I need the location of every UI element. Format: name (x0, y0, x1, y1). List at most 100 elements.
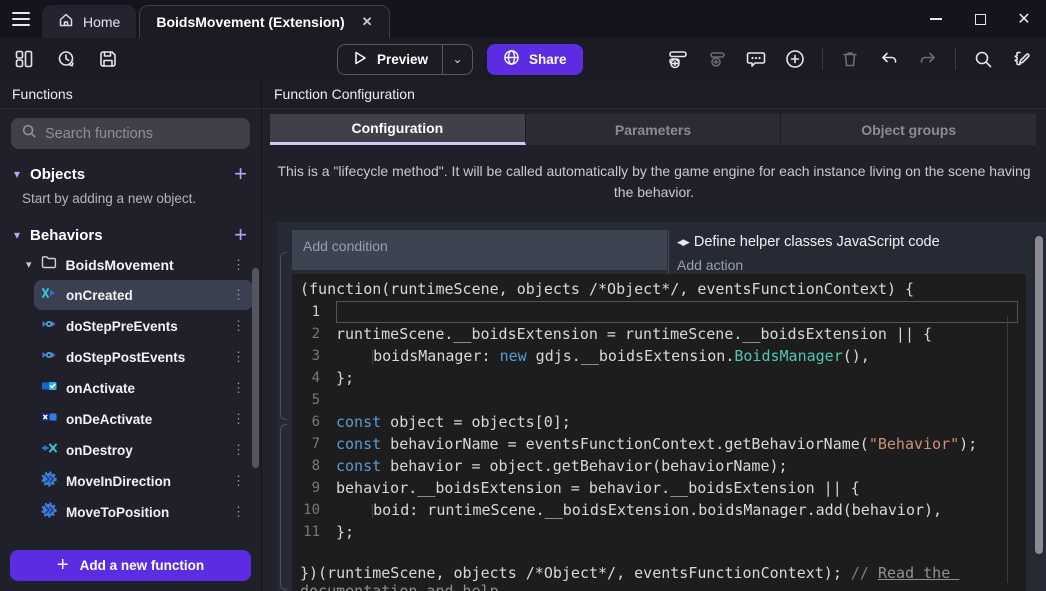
code-wrapper-header: (function(runtimeScene, objects /*Object… (292, 274, 1026, 301)
code-line-4[interactable]: 4}; (292, 367, 1026, 389)
function-item-ondeactivate[interactable]: onDeActivate⋮ (34, 404, 253, 434)
tab-object-groups[interactable]: Object groups (781, 114, 1036, 145)
add-comment-icon[interactable] (744, 47, 768, 71)
maximize-button[interactable] (958, 4, 1002, 34)
destroy-icon (41, 440, 57, 461)
kebab-menu-icon[interactable]: ⋮ (226, 318, 251, 334)
lifecycle-description: This is a "lifecycle method". It will be… (269, 161, 1039, 203)
kebab-menu-icon[interactable]: ⋮ (226, 411, 251, 427)
globe-icon (503, 49, 520, 69)
function-item-dosteppostevents[interactable]: doStepPostEvents⋮ (34, 342, 253, 372)
add-condition-button[interactable]: Add condition (292, 230, 667, 270)
project-manager-icon[interactable] (12, 47, 36, 71)
history-icon[interactable] (54, 47, 78, 71)
function-item-label: doStepPreEvents (66, 319, 178, 334)
tab-home[interactable]: Home (42, 5, 136, 38)
preview-button[interactable]: Preview ⌄ (337, 44, 473, 75)
line-number: 7 (292, 433, 336, 455)
close-window-button[interactable]: ✕ (1002, 4, 1046, 34)
add-function-button[interactable]: + Add a new function (10, 550, 251, 581)
function-item-dosteppreevents[interactable]: doStepPreEvents ⋮ (34, 311, 253, 341)
behavior-folder-label: BoidsMovement (66, 257, 174, 273)
toolbar: Preview ⌄ Share (0, 38, 1046, 80)
add-event-icon[interactable] (666, 47, 690, 71)
share-label: Share (529, 52, 567, 67)
deactivate-icon (41, 409, 57, 430)
play-icon (352, 50, 368, 69)
preview-label: Preview (377, 52, 428, 67)
objects-section-header[interactable]: ▾ Objects + (0, 159, 261, 189)
search-functions-box[interactable] (11, 118, 250, 149)
code-line-3[interactable]: 3 boidsManager: new gdjs.__boidsExtensio… (292, 345, 1026, 367)
add-object-icon[interactable]: + (234, 164, 247, 184)
add-function-label: Add a new function (80, 558, 205, 573)
tab-boidsmovement[interactable]: BoidsMovement (Extension) ✕ (139, 5, 389, 38)
code-line-6[interactable]: 6const object = objects[0]; (292, 411, 1026, 433)
search-events-icon[interactable] (971, 47, 995, 71)
function-configuration-panel: Function Configuration Configuration Par… (262, 80, 1046, 591)
js-code-editor[interactable]: (function(runtimeScene, objects /*Object… (292, 274, 1026, 591)
preview-options-chevron-icon[interactable]: ⌄ (442, 45, 472, 74)
activate-icon (41, 378, 57, 399)
code-line-2[interactable]: 2runtimeScene.__boidsExtension = runtime… (292, 323, 1026, 345)
kebab-menu-icon[interactable]: ⋮ (226, 287, 251, 303)
line-number: 1 (292, 301, 336, 323)
code-line-11[interactable]: 11}; (292, 521, 1026, 543)
function-item-oncreated[interactable]: onCreated⋮ (34, 280, 253, 310)
kebab-menu-icon[interactable]: ⋮ (226, 442, 251, 458)
search-functions-input[interactable] (45, 126, 240, 142)
function-item-moveindirection[interactable]: MoveInDirection⋮ (34, 466, 253, 496)
function-item-onactivate[interactable]: onActivate ⋮ (34, 373, 253, 403)
kebab-menu-icon[interactable]: ⋮ (226, 473, 251, 489)
line-number: 9 (292, 477, 336, 499)
tab-configuration[interactable]: Configuration (270, 114, 526, 145)
kebab-menu-icon[interactable]: ⋮ (226, 349, 251, 365)
behaviors-label: Behaviors (30, 227, 103, 244)
code-line-10[interactable]: 10 boid: runtimeScene.__boidsExtension.b… (292, 499, 1026, 521)
function-item-label: onDestroy (66, 443, 133, 458)
code-line-1[interactable]: 1 (292, 301, 1026, 323)
close-tab-icon[interactable]: ✕ (362, 14, 373, 30)
kebab-menu-icon[interactable]: ⋮ (226, 257, 251, 273)
line-number: 2 (292, 323, 336, 345)
behaviors-section-header[interactable]: ▾ Behaviors + (0, 220, 261, 250)
titlebar: Home BoidsMovement (Extension) ✕ ✕ (0, 0, 1046, 38)
kebab-menu-icon[interactable]: ⋮ (226, 504, 251, 520)
code-editor-scrollbar[interactable] (1007, 316, 1008, 583)
main-scrollbar[interactable] (1035, 236, 1043, 554)
line-number: 4 (292, 367, 336, 389)
function-item-label: onActivate (66, 381, 135, 396)
code-line-8[interactable]: 8const behavior = object.getBehavior(beh… (292, 455, 1026, 477)
chevron-down-icon[interactable]: ▾ (14, 228, 20, 242)
code-line-9[interactable]: 9behavior.__boidsExtension = behavior.__… (292, 477, 1026, 499)
code-line-5[interactable]: 5 (292, 389, 1026, 411)
event-bracket (280, 424, 287, 590)
tab-parameters[interactable]: Parameters (526, 114, 782, 145)
code-line-7[interactable]: 7const behaviorName = eventsFunctionCont… (292, 433, 1026, 455)
step-icon (41, 316, 57, 337)
undo-icon[interactable] (877, 47, 901, 71)
chevron-down-icon[interactable]: ▾ (26, 258, 32, 271)
configuration-tabs: Configuration Parameters Object groups (270, 114, 1036, 145)
function-item-ondestroy[interactable]: onDestroy ⋮ (34, 435, 253, 465)
tab-home-label: Home (83, 14, 120, 30)
minimize-button[interactable] (914, 4, 958, 34)
choose-event-type-icon[interactable] (783, 47, 807, 71)
share-button[interactable]: Share (487, 44, 583, 75)
function-item-movetoposition[interactable]: MoveToPosition⋮ (34, 497, 253, 527)
menu-icon[interactable] (0, 12, 42, 26)
sidebar-scrollbar[interactable] (252, 268, 259, 468)
add-action-button[interactable]: Add action (677, 254, 1026, 276)
code-wrapper-footer: })(runtimeScene, objects /*Object*/, eve… (292, 564, 1026, 591)
delete-icon (838, 47, 862, 71)
line-number: 11 (292, 521, 336, 543)
edit-extension-icon[interactable] (1010, 47, 1034, 71)
behavior-folder-row[interactable]: ▾ BoidsMovement ⋮ (0, 250, 261, 279)
add-behavior-icon[interactable]: + (234, 225, 247, 245)
event-bracket (280, 252, 287, 420)
kebab-menu-icon[interactable]: ⋮ (226, 380, 251, 396)
save-icon[interactable] (96, 47, 120, 71)
plus-icon: + (57, 554, 69, 577)
chevron-down-icon[interactable]: ▾ (14, 167, 20, 181)
step-icon (41, 347, 57, 368)
